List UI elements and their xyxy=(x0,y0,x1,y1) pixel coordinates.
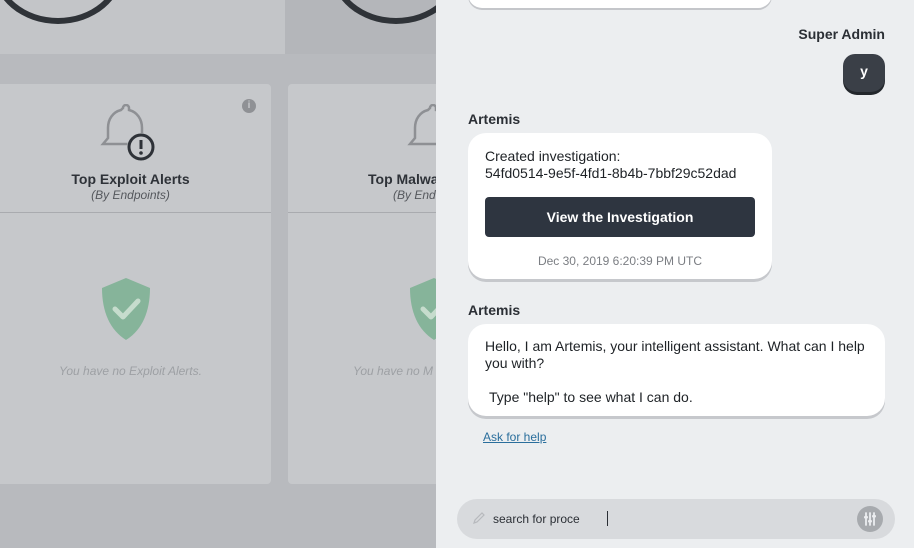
text-caret xyxy=(607,511,608,526)
assistant-message-bubble: Created investigation: 54fd0514-9e5f-4fd… xyxy=(468,133,772,279)
info-icon[interactable]: i xyxy=(242,99,256,113)
card-subtitle: (By End xyxy=(393,188,436,202)
investigation-id: 54fd0514-9e5f-4fd1-8b4b-7bbf29c52dad xyxy=(485,165,737,181)
message-timestamp: Dec 30, 2019 6:20:39 PM UTC xyxy=(537,254,703,268)
card-title: Top Malwa xyxy=(368,171,436,187)
dashboard-background: i Top Exploit Alerts (By Endpoints) You … xyxy=(0,0,436,548)
bell-alert-icon xyxy=(100,104,155,161)
card-divider xyxy=(288,212,436,213)
assistant-name: Artemis xyxy=(468,111,521,127)
shield-check-icon xyxy=(102,278,150,340)
bell-alert-icon xyxy=(407,104,436,146)
empty-state-text: You have no M xyxy=(353,364,434,378)
card-subtitle: (By Endpoints) xyxy=(91,188,170,202)
card-title: Top Exploit Alerts xyxy=(71,171,190,187)
message-text: Created investigation: xyxy=(485,148,621,164)
pencil-icon xyxy=(473,512,485,524)
assistant-message-bubble: Hello, I am Artemis, your intelligent as… xyxy=(468,324,885,416)
assistant-chat-panel: Super Admin y Artemis Created investigat… xyxy=(436,0,914,548)
filter-options-button[interactable] xyxy=(857,506,883,532)
ask-for-help-link[interactable]: Ask for help xyxy=(483,430,546,444)
filter-icon xyxy=(864,512,876,526)
message-text: Type "help" to see what I can do. xyxy=(489,389,693,405)
previous-message-bubble xyxy=(468,0,772,8)
card-divider xyxy=(0,212,271,213)
view-investigation-button[interactable]: View the Investigation xyxy=(485,197,755,237)
chat-input-bar xyxy=(457,499,895,539)
empty-state-text: You have no Exploit Alerts. xyxy=(59,364,202,378)
assistant-name: Artemis xyxy=(468,302,521,318)
user-name: Super Admin xyxy=(798,26,885,42)
malware-alerts-card: Top Malwa (By End You have no M xyxy=(288,84,436,484)
exploit-alerts-card: i Top Exploit Alerts (By Endpoints) You … xyxy=(0,84,271,484)
user-avatar: y xyxy=(843,54,885,92)
message-text: Hello, I am Artemis, your intelligent as… xyxy=(485,338,865,371)
shield-check-icon xyxy=(410,278,436,340)
chat-message-input[interactable] xyxy=(493,508,853,530)
